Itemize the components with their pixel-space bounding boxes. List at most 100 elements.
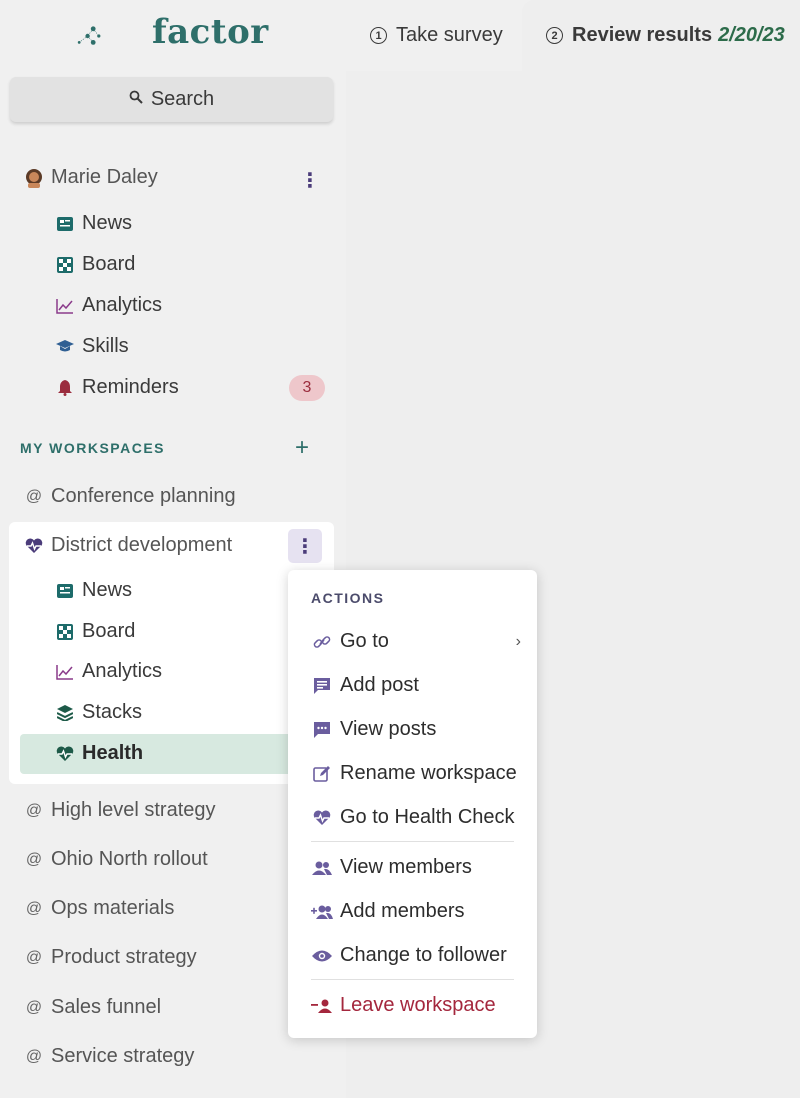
workspace-item-label: Analytics [82,660,163,682]
workspace-item-label: Board [82,620,136,642]
menu-item-label: Change to follower [340,944,507,966]
menu-item-leave-workspace[interactable]: Leave workspace [311,994,521,1017]
menu-item-label: View posts [340,718,437,740]
workspace-item-stacks[interactable]: Stacks [53,701,142,724]
menu-item-add-members[interactable]: Add members [311,900,521,923]
logo-icon[interactable] [76,10,156,62]
brand-name: factor [152,12,269,52]
workspace-sales-funnel[interactable]: @ Sales funnel [22,996,161,1019]
tab-take-survey[interactable]: 1 Take survey [370,0,503,71]
eye-icon [311,949,333,963]
at-icon: @ [25,998,43,1016]
post-icon [311,677,333,695]
menu-divider [311,979,514,980]
menu-title: ACTIONS [311,590,385,606]
tab-label: Take survey [396,24,503,46]
at-icon: @ [25,899,43,917]
members-icon [311,860,333,876]
avatar [22,168,46,188]
search-icon [129,90,143,109]
workspace-service-strategy[interactable]: @ Service strategy [22,1045,195,1068]
sidebar-item-board[interactable]: Board [53,253,135,276]
menu-item-go-to[interactable]: Go to › [311,630,521,653]
menu-item-label: Rename workspace [340,762,517,784]
workspace-item-analytics[interactable]: Analytics [53,660,162,683]
search-label: Search [150,88,215,110]
skills-icon [53,339,77,354]
workspace-label: Ops materials [51,897,175,919]
workspace-item-news[interactable]: News [53,579,132,602]
news-icon [53,216,77,231]
analytics-icon [53,664,77,680]
actions-menu: ACTIONS Go to › Add post View posts Rena… [288,570,537,1038]
health-icon [22,537,46,554]
workspaces-header: MY WORKSPACES [20,440,165,456]
at-icon: @ [25,487,43,505]
user-more-button[interactable]: ⋮ [293,163,327,197]
menu-divider [311,841,514,842]
sidebar-item-analytics[interactable]: Analytics [53,294,162,317]
workspace-item-label: News [82,579,133,601]
health-icon [53,745,77,762]
menu-item-rename-workspace[interactable]: Rename workspace [311,762,521,785]
workspace-label: Service strategy [51,1045,195,1067]
tab-review-results[interactable]: 2 Review results 2/20/23 [522,0,800,71]
sidebar-item-skills[interactable]: Skills [53,335,129,358]
search-button[interactable]: Search [10,77,333,122]
at-icon: @ [25,948,43,966]
analytics-icon [53,298,77,314]
health-icon [311,809,333,826]
menu-item-label: Go to [340,630,389,652]
tab-label: Review results [572,24,713,46]
stacks-icon [53,704,77,721]
add-workspace-button[interactable]: + [295,434,309,462]
at-icon: @ [25,850,43,868]
menu-item-view-posts[interactable]: View posts [311,718,521,741]
user-profile[interactable]: Marie Daley [22,166,158,189]
sidebar-item-label: Analytics [82,294,163,316]
workspace-more-button[interactable]: ⋮ [288,529,322,563]
menu-item-go-to-health-check[interactable]: Go to Health Check [311,806,521,829]
workspace-label: Conference planning [51,485,236,507]
menu-item-change-to-follower[interactable]: Change to follower [311,944,521,967]
workspace-conference-planning[interactable]: @ Conference planning [22,485,236,508]
workspace-ops-materials[interactable]: @ Ops materials [22,897,175,920]
sidebar-item-reminders[interactable]: Reminders [53,376,179,399]
menu-item-view-members[interactable]: View members [311,856,521,879]
user-name: Marie Daley [51,166,158,188]
tab-date: 2/20/23 [718,24,785,46]
at-icon: @ [25,1047,43,1065]
chevron-right-icon: › [515,632,521,650]
workspace-label: Ohio North rollout [51,848,208,870]
workspace-item-board[interactable]: Board [53,620,135,643]
sidebar-item-news[interactable]: News [53,212,132,235]
workspace-label: Sales funnel [51,996,162,1018]
step-number: 1 [370,27,387,44]
step-number: 2 [546,27,563,44]
menu-item-label: Add members [340,900,465,922]
at-icon: @ [25,801,43,819]
board-icon [53,623,77,640]
workspace-high-level-strategy[interactable]: @ High level strategy [22,799,216,822]
menu-item-label: Add post [340,674,419,696]
sidebar-item-label: Reminders [82,376,179,398]
reminders-count-badge: 3 [289,375,325,401]
workspace-ohio-north-rollout[interactable]: @ Ohio North rollout [22,848,208,871]
news-icon [53,583,77,598]
workspace-item-label: Health [82,742,144,764]
sidebar-item-label: Board [82,253,136,275]
sidebar-item-label: Skills [82,335,129,357]
workspace-item-health[interactable]: Health [53,742,143,765]
workspace-label: Product strategy [51,946,197,968]
edit-icon [311,765,333,783]
workspace-product-strategy[interactable]: @ Product strategy [22,946,197,969]
menu-item-label: View members [340,856,472,878]
board-icon [53,256,77,273]
workspace-district-development[interactable]: District development [22,534,232,557]
menu-item-add-post[interactable]: Add post [311,674,521,697]
sidebar-item-label: News [82,212,133,234]
bell-icon [53,379,77,396]
add-members-icon [311,904,333,920]
leave-icon [311,998,333,1014]
link-icon [311,633,333,651]
